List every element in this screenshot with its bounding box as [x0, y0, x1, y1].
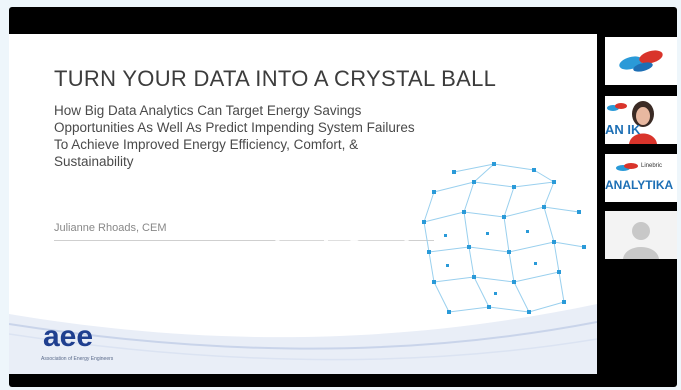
play-icon[interactable] — [271, 156, 413, 298]
subtitle-line: Opportunities As Well As Predict Impendi… — [54, 120, 415, 135]
participant-thumb[interactable]: Linebric ANALYTIKA — [605, 154, 677, 202]
brand-label: ANALYTIKA — [605, 178, 674, 192]
participant-thumb[interactable] — [605, 37, 677, 85]
participant-thumb[interactable] — [605, 211, 677, 259]
link-logo-icon — [619, 50, 663, 72]
participant-thumb[interactable]: AN IK — [605, 96, 677, 144]
brand-label: AN IK — [605, 122, 641, 137]
logo-subtext: Association of Energy Engineers — [41, 356, 114, 362]
subtitle-line: How Big Data Analytics Can Target Energy… — [54, 103, 362, 118]
presenter-name: Julianne Rhoads, CEM — [54, 222, 167, 234]
brand-small-label: Linebric — [641, 163, 663, 169]
presentation-slide: TURN YOUR DATA INTO A CRYSTAL BALL How B… — [9, 34, 597, 374]
slide-title: TURN YOUR DATA INTO A CRYSTAL BALL — [54, 66, 497, 91]
participant-sidebar: AN IK Linebric ANALYTIKA — [597, 34, 677, 374]
logo-lettering: aee — [43, 320, 93, 353]
subtitle-line: To Achieve Improved Energy Efficiency, C… — [54, 137, 359, 152]
video-player[interactable]: TURN YOUR DATA INTO A CRYSTAL BALL How B… — [9, 7, 677, 387]
aee-logo: aee — [43, 320, 93, 353]
user-avatar-icon — [605, 211, 677, 259]
